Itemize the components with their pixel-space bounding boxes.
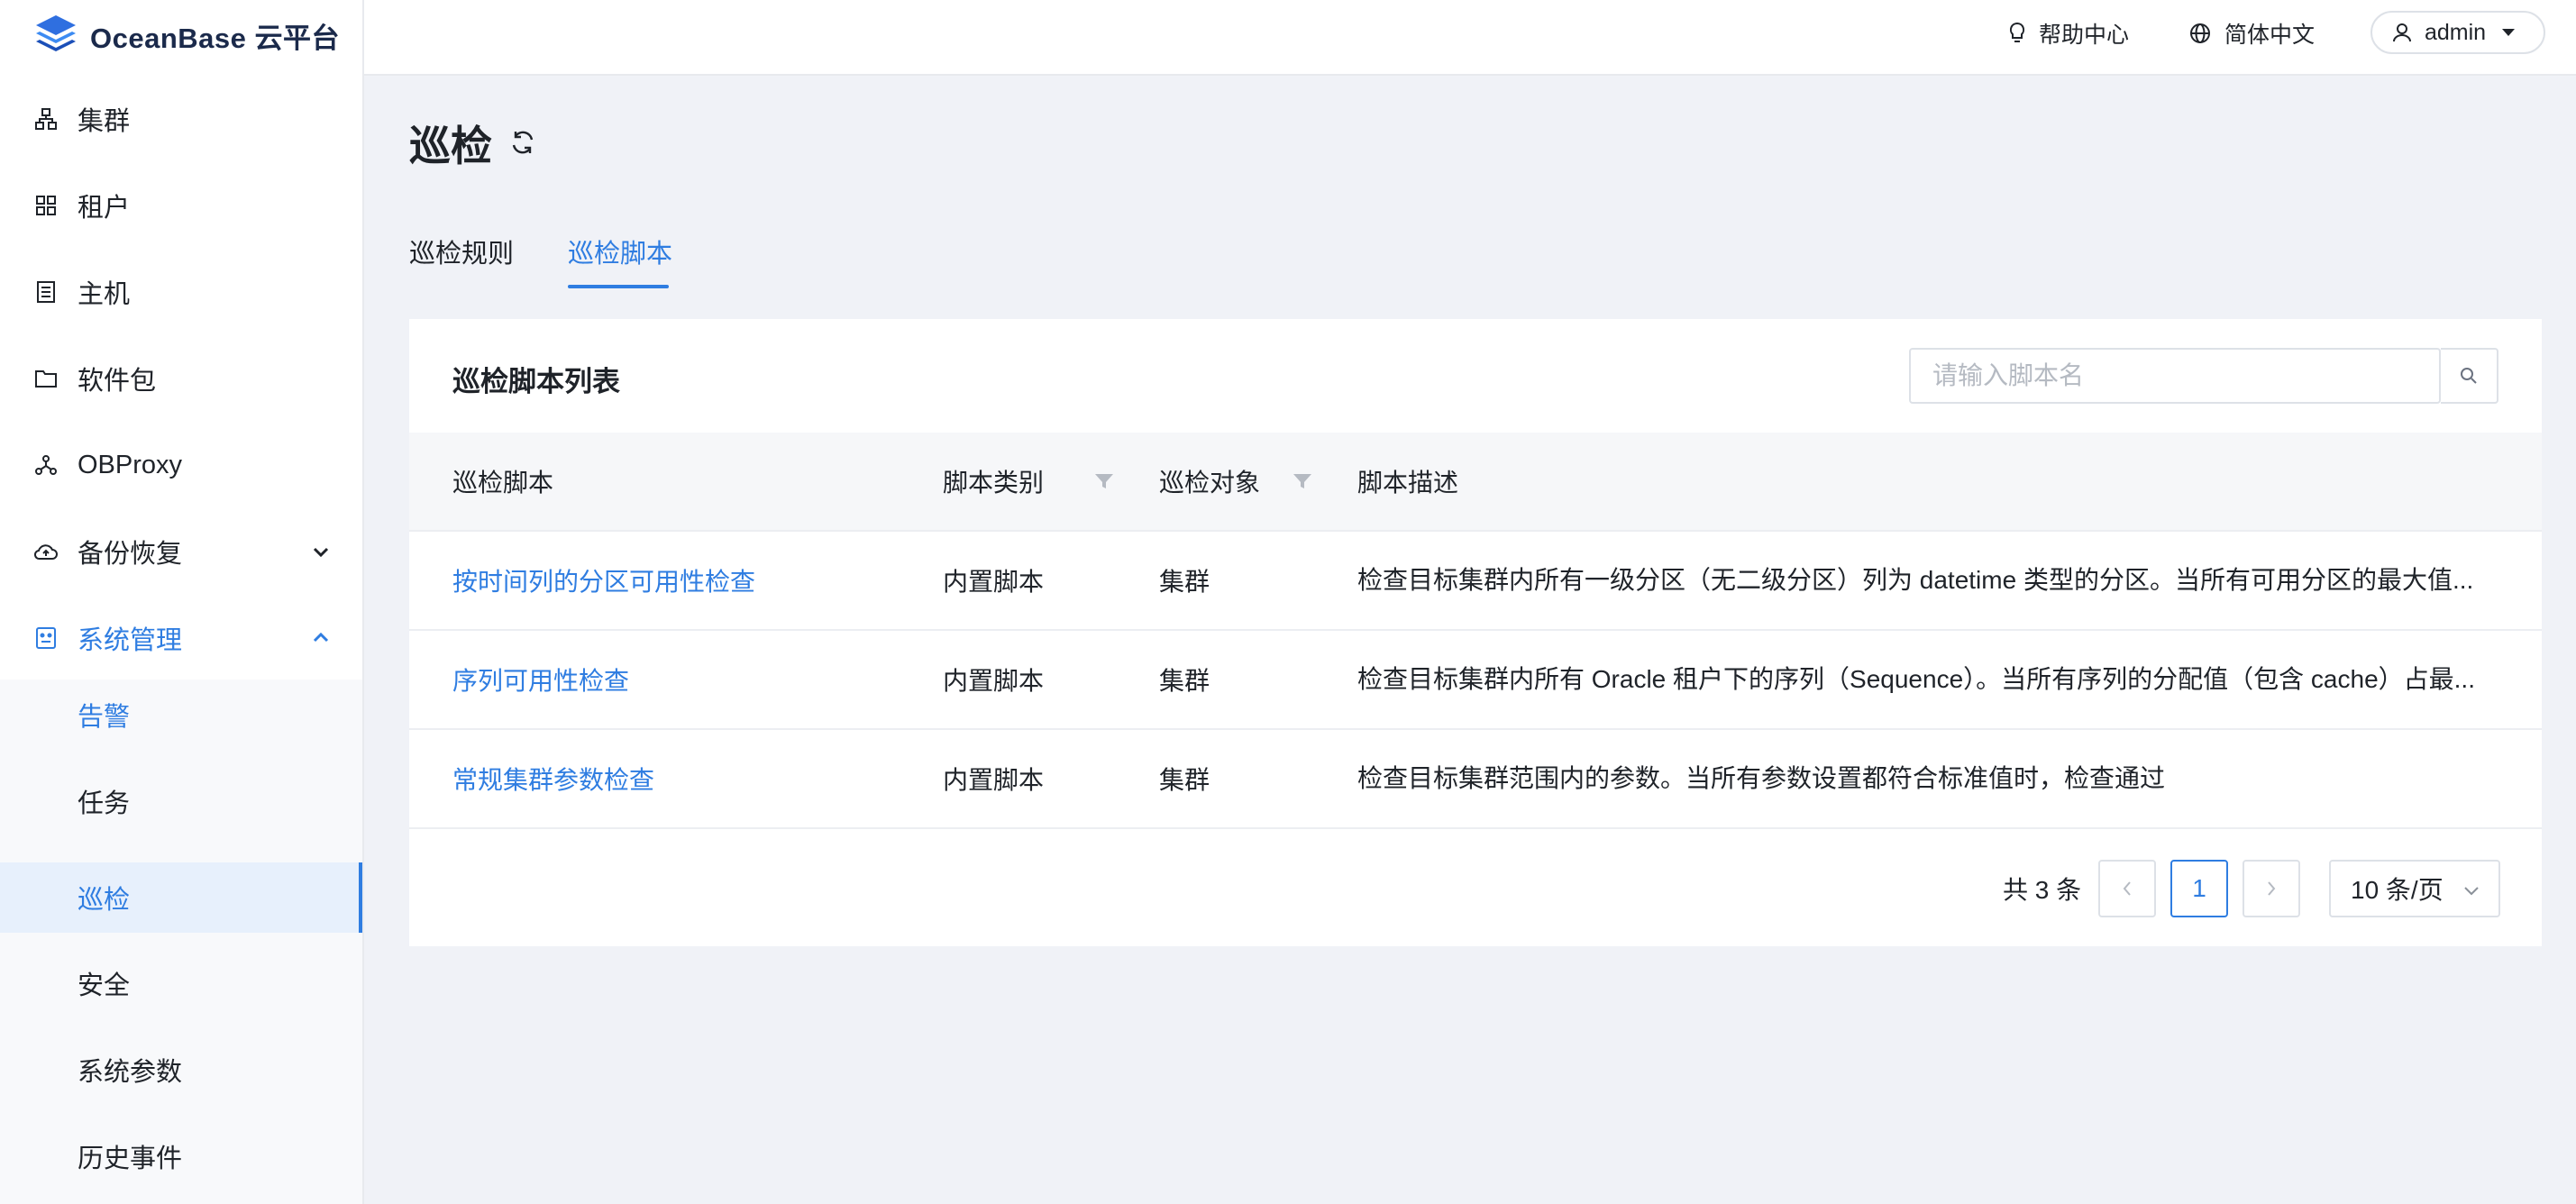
script-name-link[interactable]: 按时间列的分区可用性检查 bbox=[452, 532, 755, 629]
sidebar-subitem-inspection[interactable]: 巡检 bbox=[0, 862, 362, 933]
app-logo[interactable]: OceanBase 云平台 bbox=[32, 13, 340, 58]
page-size-label: 10 条/页 bbox=[2351, 876, 2444, 904]
sidebar-item-label: OBProxy bbox=[78, 450, 183, 479]
script-category: 内置脚本 bbox=[943, 667, 1045, 695]
sidebar-subitem-label: 告警 bbox=[78, 703, 131, 732]
script-target: 集群 bbox=[1159, 667, 1210, 695]
table-row: 常规集群参数检查 内置脚本 集群 检查目标集群范围内的参数。当所有参数设置都符合… bbox=[409, 730, 2542, 829]
chevron-left-icon bbox=[2123, 881, 2131, 896]
page-size-select[interactable]: 10 条/页 bbox=[2329, 860, 2500, 917]
search-icon bbox=[2461, 368, 2477, 384]
proxy-icon bbox=[32, 452, 59, 479]
sidebar-subitem-label: 系统参数 bbox=[78, 1058, 183, 1087]
search-button[interactable] bbox=[2441, 348, 2498, 404]
cluster-icon bbox=[32, 105, 59, 132]
table-row: 序列可用性检查 内置脚本 集群 检查目标集群内所有 Oracle 租户下的序列（… bbox=[409, 631, 2542, 730]
tenant-grid-icon bbox=[32, 192, 59, 219]
table-header: 巡检脚本 脚本类别 巡检对象 脚本描述 bbox=[409, 433, 2542, 532]
user-name: admin bbox=[2425, 19, 2487, 45]
cloud-backup-icon bbox=[32, 538, 59, 565]
card-title: 巡检脚本列表 bbox=[452, 366, 620, 397]
page-title: 巡检 bbox=[409, 123, 492, 169]
script-category: 内置脚本 bbox=[943, 766, 1045, 794]
tab-inspection-scripts[interactable]: 巡检脚本 bbox=[568, 233, 672, 270]
help-center-link[interactable]: 帮助中心 bbox=[2008, 0, 2129, 67]
script-description: 检查目标集群内所有 Oracle 租户下的序列（Sequence）。当所有序列的… bbox=[1357, 665, 2475, 693]
sidebar-subitem-history-events[interactable]: 历史事件 bbox=[0, 1121, 362, 1191]
oceanbase-logo-icon bbox=[36, 15, 76, 51]
sidebar-item-cluster[interactable]: 集群 bbox=[0, 76, 362, 162]
sidebar-item-label: 软件包 bbox=[78, 367, 157, 396]
search-box bbox=[1909, 348, 2443, 404]
filter-icon[interactable] bbox=[1094, 472, 1114, 490]
sidebar-item-system-management[interactable]: 系统管理 bbox=[0, 595, 362, 681]
sidebar-item-label: 租户 bbox=[78, 194, 131, 223]
script-category: 内置脚本 bbox=[943, 568, 1045, 596]
language-label: 简体中文 bbox=[2224, 23, 2316, 48]
sidebar-item-host[interactable]: 主机 bbox=[0, 249, 362, 335]
script-description: 检查目标集群内所有一级分区（无二级分区）列为 datetime 类型的分区。当所… bbox=[1357, 566, 2474, 594]
script-target: 集群 bbox=[1159, 568, 1210, 596]
system-submenu: 告警 任务 巡检 安全 系统参数 历史事件 bbox=[0, 680, 362, 1204]
chevron-up-icon bbox=[313, 632, 329, 643]
script-name-link[interactable]: 常规集群参数检查 bbox=[452, 730, 654, 827]
sidebar-subitem-label: 安全 bbox=[78, 971, 131, 1000]
sidebar-item-label: 集群 bbox=[78, 107, 131, 136]
sidebar-item-label: 备份恢复 bbox=[78, 540, 183, 569]
language-switch[interactable]: 简体中文 bbox=[2188, 0, 2315, 67]
sidebar-item-obproxy[interactable]: OBProxy bbox=[0, 422, 362, 508]
sidebar-subitem-label: 任务 bbox=[78, 789, 131, 818]
host-icon bbox=[32, 278, 59, 306]
sidebar-subitem-alert[interactable]: 告警 bbox=[0, 680, 362, 750]
script-list-card: 巡检脚本列表 巡检脚本 脚本类别 巡检对象 脚本描述 按时间列的分区可用性检查 … bbox=[409, 319, 2542, 946]
pagination-page-1[interactable]: 1 bbox=[2170, 860, 2228, 917]
sidebar-item-tenant[interactable]: 租户 bbox=[0, 162, 362, 249]
script-name-link[interactable]: 序列可用性检查 bbox=[452, 631, 629, 728]
lightbulb-icon bbox=[2009, 22, 2025, 42]
sidebar-subitem-system-params[interactable]: 系统参数 bbox=[0, 1035, 362, 1105]
filter-icon[interactable] bbox=[1293, 472, 1312, 490]
column-header-target: 巡检对象 bbox=[1159, 469, 1261, 497]
app-name: OceanBase 云平台 bbox=[90, 22, 340, 54]
script-description: 检查目标集群范围内的参数。当所有参数设置都符合标准值时，检查通过 bbox=[1357, 764, 2166, 792]
search-input[interactable] bbox=[1911, 350, 2443, 402]
pagination-total: 共 3 条 bbox=[2003, 876, 2082, 904]
chevron-right-icon bbox=[2268, 881, 2276, 896]
sidebar-item-label: 系统管理 bbox=[78, 626, 183, 655]
pagination-next-button[interactable] bbox=[2243, 860, 2300, 917]
sidebar-item-label: 主机 bbox=[78, 280, 131, 309]
sidebar-item-packages[interactable]: 软件包 bbox=[0, 335, 362, 422]
top-header: 帮助中心 简体中文 admin bbox=[364, 0, 2576, 76]
tab-inspection-rules[interactable]: 巡检规则 bbox=[409, 233, 514, 270]
sidebar-subitem-security[interactable]: 安全 bbox=[0, 948, 362, 1018]
refresh-icon[interactable] bbox=[508, 128, 537, 157]
pagination-prev-button[interactable] bbox=[2098, 860, 2156, 917]
help-center-label: 帮助中心 bbox=[2039, 23, 2130, 48]
caret-down-icon bbox=[2502, 29, 2516, 36]
active-tab-indicator bbox=[568, 285, 669, 288]
system-icon bbox=[32, 625, 59, 652]
chevron-down-icon bbox=[313, 547, 329, 558]
sidebar-subitem-task[interactable]: 任务 bbox=[0, 766, 362, 836]
column-header-script: 巡检脚本 bbox=[452, 469, 554, 497]
column-header-description: 脚本描述 bbox=[1357, 469, 1459, 497]
sidebar-subitem-label: 巡检 bbox=[78, 886, 131, 915]
folder-icon bbox=[32, 365, 59, 392]
column-header-category: 脚本类别 bbox=[943, 469, 1045, 497]
chevron-down-icon bbox=[2464, 887, 2479, 896]
table-row: 按时间列的分区可用性检查 内置脚本 集群 检查目标集群内所有一级分区（无二级分区… bbox=[409, 532, 2542, 631]
user-menu-button[interactable]: admin bbox=[2370, 11, 2545, 54]
globe-icon bbox=[2190, 23, 2210, 43]
script-target: 集群 bbox=[1159, 766, 1210, 794]
sidebar-subitem-label: 历史事件 bbox=[78, 1145, 183, 1173]
user-icon bbox=[2393, 23, 2411, 42]
sidebar-item-backup-restore[interactable]: 备份恢复 bbox=[0, 508, 362, 595]
sidebar: OceanBase 云平台 集群 租户 主机 软件包 OBProxy 备份恢复 … bbox=[0, 0, 364, 1204]
